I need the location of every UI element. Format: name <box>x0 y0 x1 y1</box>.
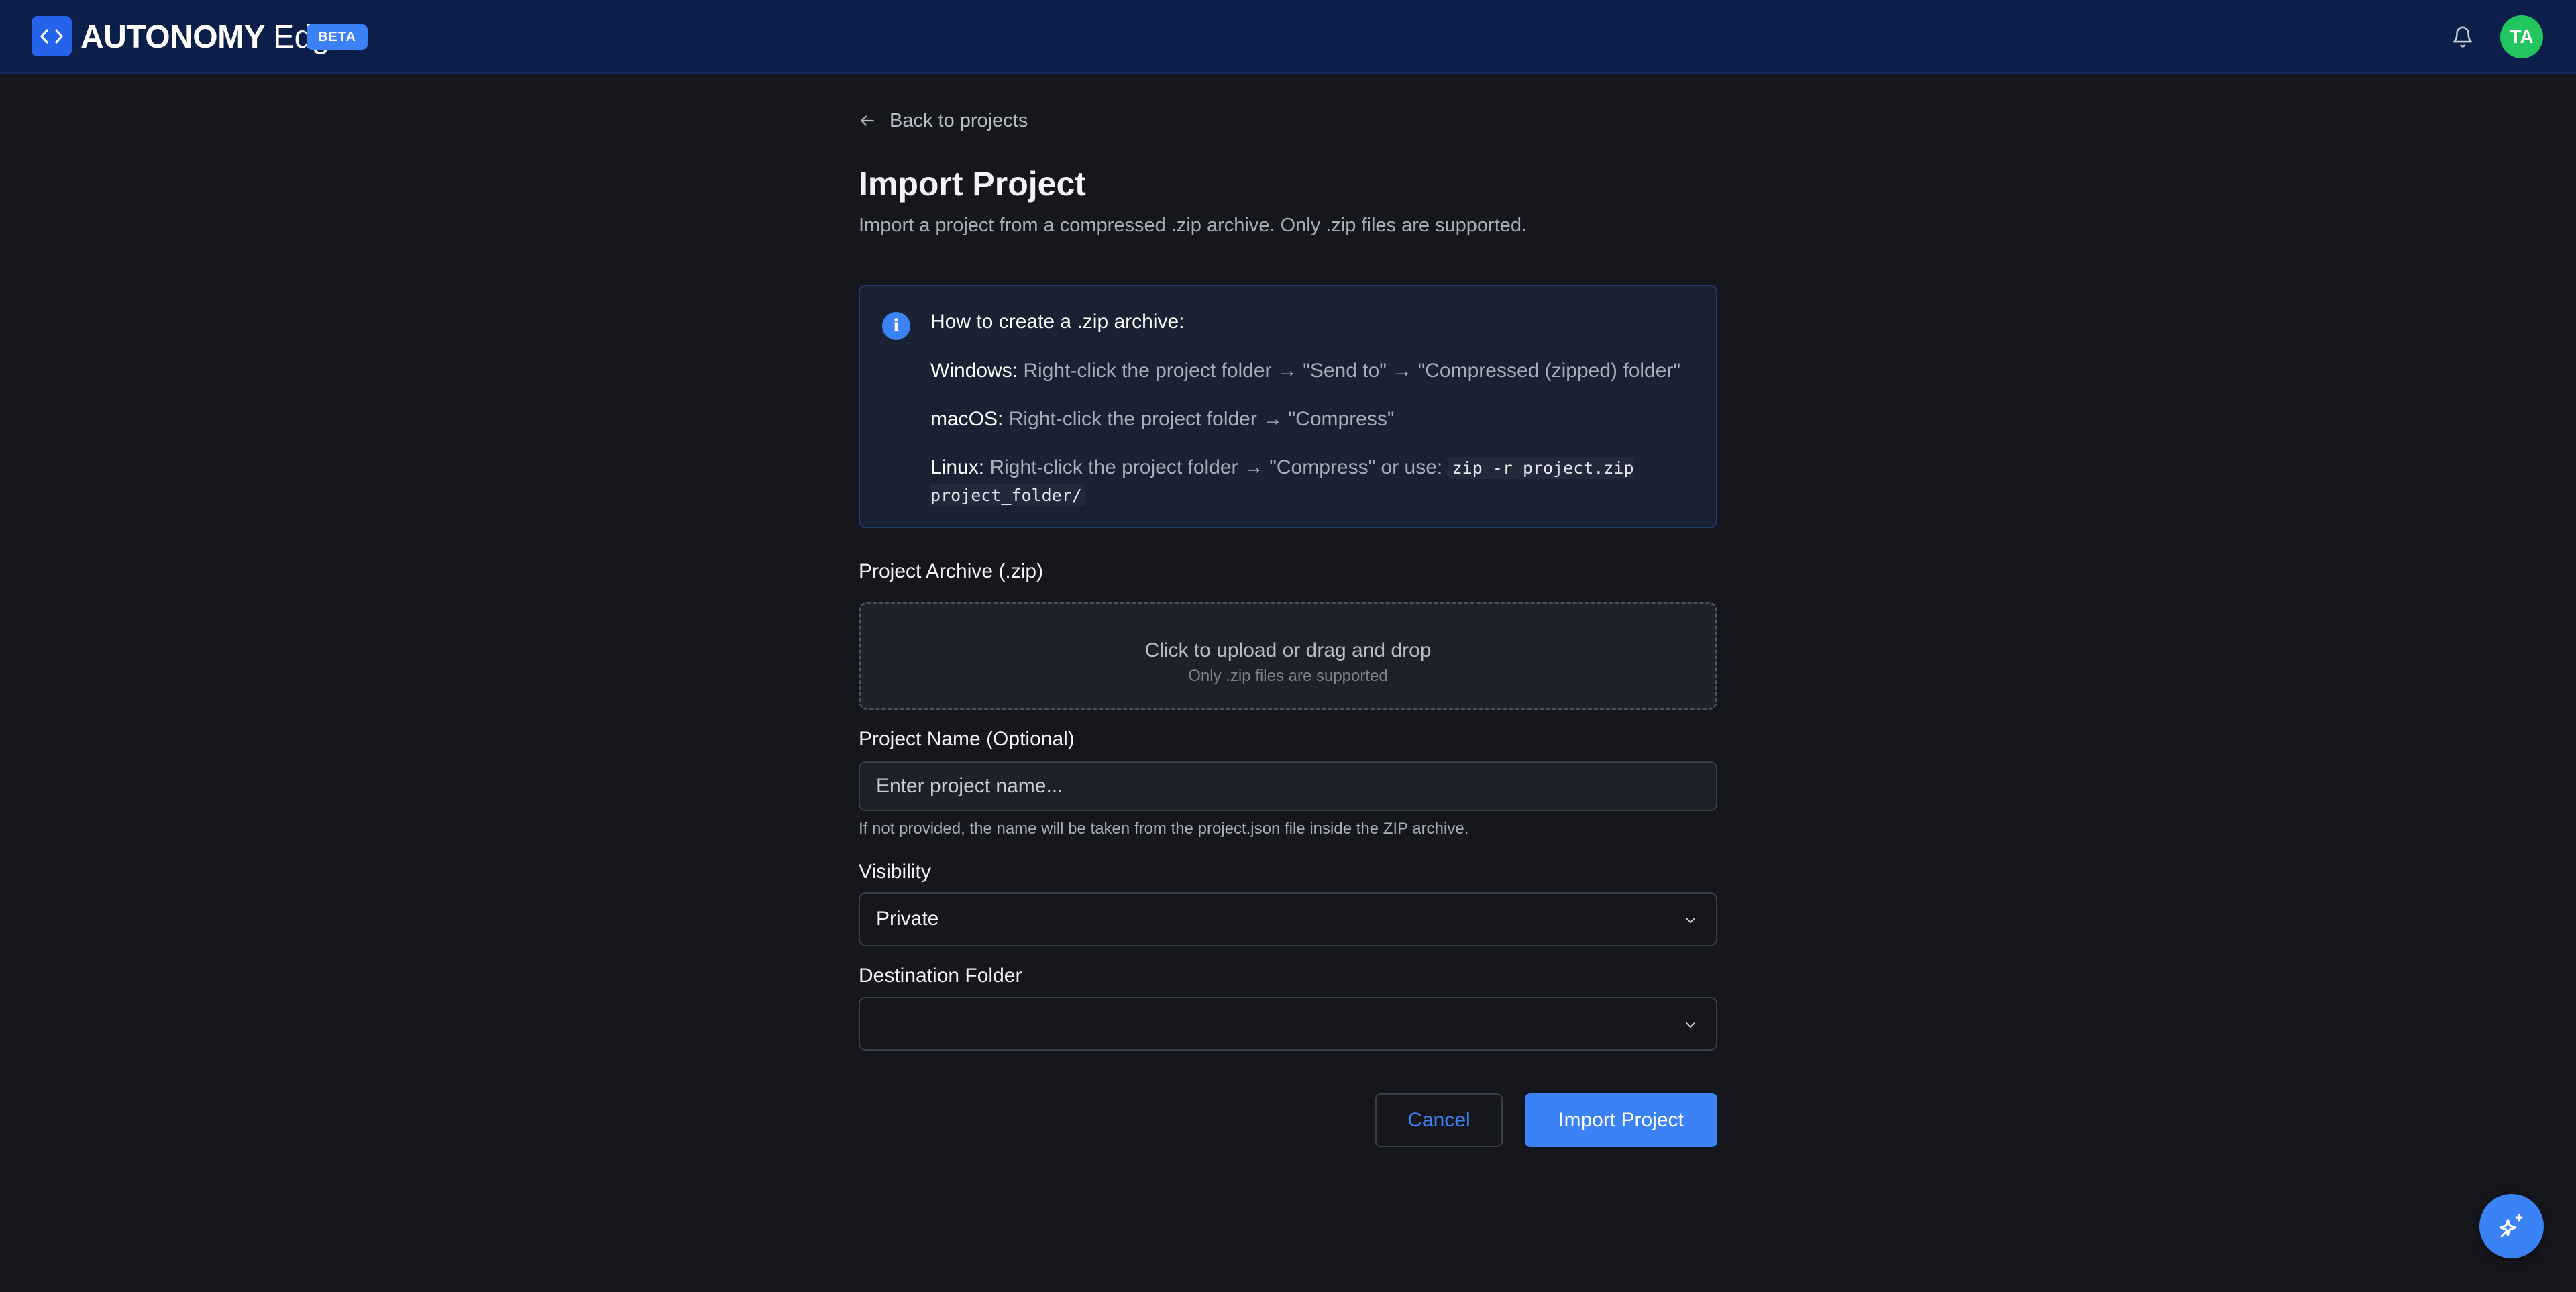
archive-dropzone[interactable]: Click to upload or drag and drop Only .z… <box>859 602 1717 710</box>
zip-instructions-panel: i How to create a .zip archive: Windows:… <box>859 285 1717 528</box>
page-subtitle: Import a project from a compressed .zip … <box>859 215 1527 236</box>
avatar[interactable]: TA <box>2500 15 2543 58</box>
import-project-button[interactable]: Import Project <box>1525 1093 1717 1147</box>
chevron-down-icon <box>1686 918 1695 923</box>
archive-label: Project Archive (.zip) <box>859 560 1044 582</box>
visibility-select[interactable]: Private <box>859 892 1717 946</box>
assistant-fab-button[interactable] <box>2479 1194 2544 1258</box>
instructions-title: How to create a .zip archive: <box>930 311 1185 333</box>
visibility-value: Private <box>876 908 939 930</box>
back-to-projects-link[interactable]: Back to projects <box>859 107 1028 134</box>
windows-label: Windows: <box>930 360 1018 382</box>
dropzone-sub-text: Only .zip files are supported <box>1188 667 1388 685</box>
macos-label: macOS: <box>930 408 1004 430</box>
macos-text: Right-click the project folder → "Compre… <box>1003 408 1395 430</box>
beta-badge: BETA <box>307 24 368 50</box>
top-bar: AUTONOMY Edge BETA TA <box>0 0 2576 74</box>
dropzone-main-text: Click to upload or drag and drop <box>1144 639 1432 661</box>
back-link-label: Back to projects <box>890 109 1028 131</box>
macos-instruction: macOS: Right-click the project folder → … <box>930 406 1695 433</box>
bell-icon[interactable] <box>2449 23 2477 51</box>
destination-folder-select[interactable] <box>859 997 1717 1051</box>
visibility-label: Visibility <box>859 861 931 883</box>
windows-text: Right-click the project folder → "Send t… <box>1018 360 1681 382</box>
brand-strong: AUTONOMY <box>80 19 266 55</box>
sparkles-icon <box>2499 1214 2523 1238</box>
info-icon: i <box>882 312 910 340</box>
linux-label: Linux: <box>930 456 985 478</box>
project-name-input[interactable] <box>859 761 1717 811</box>
arrow-left-icon <box>861 115 874 126</box>
destination-label: Destination Folder <box>859 965 1022 987</box>
windows-instruction: Windows: Right-click the project folder … <box>930 358 1695 384</box>
linux-instruction: Linux: Right-click the project folder → … <box>930 454 1695 509</box>
logo-icon[interactable] <box>32 16 72 56</box>
linux-text: Right-click the project folder → "Compre… <box>984 456 1448 478</box>
cancel-button[interactable]: Cancel <box>1375 1093 1503 1147</box>
project-name-help: If not provided, the name will be taken … <box>859 820 1469 838</box>
chevron-down-icon <box>1686 1022 1695 1028</box>
page-title: Import Project <box>859 165 1086 203</box>
project-name-label: Project Name (Optional) <box>859 728 1075 750</box>
